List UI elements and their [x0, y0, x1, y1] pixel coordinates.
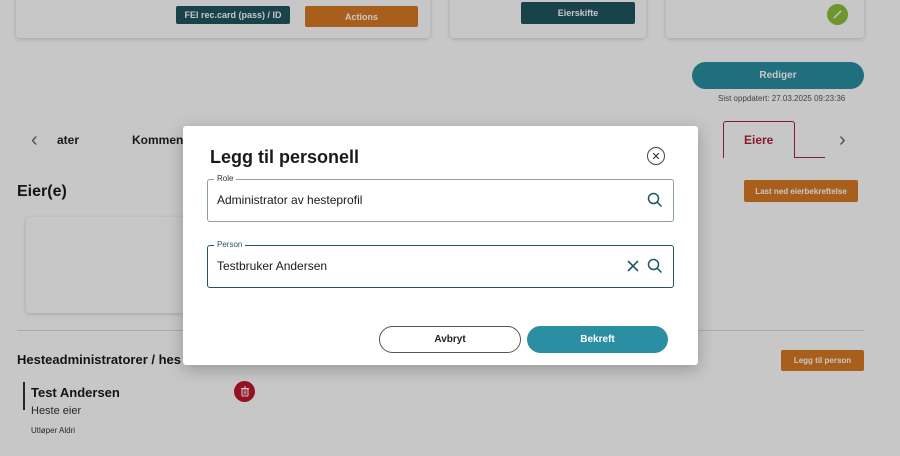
- role-field-label: Role: [214, 174, 237, 183]
- person-field-value: Testbruker Andersen: [217, 259, 328, 273]
- search-icon[interactable]: [646, 257, 664, 275]
- add-personnel-modal: Legg til personell ✕ Role Administrator …: [183, 126, 698, 365]
- search-icon[interactable]: [646, 191, 664, 209]
- cancel-button[interactable]: Avbryt: [379, 326, 521, 353]
- clear-icon[interactable]: [624, 257, 642, 275]
- confirm-button[interactable]: Bekreft: [527, 326, 668, 353]
- role-field-value: Administrator av hesteprofil: [217, 193, 363, 207]
- person-field-label: Person: [214, 240, 246, 249]
- modal-title: Legg til personell: [210, 147, 360, 167]
- role-field[interactable]: Role Administrator av hesteprofil: [207, 174, 674, 222]
- person-field[interactable]: Person Testbruker Andersen: [207, 240, 674, 288]
- close-icon[interactable]: ✕: [647, 147, 665, 165]
